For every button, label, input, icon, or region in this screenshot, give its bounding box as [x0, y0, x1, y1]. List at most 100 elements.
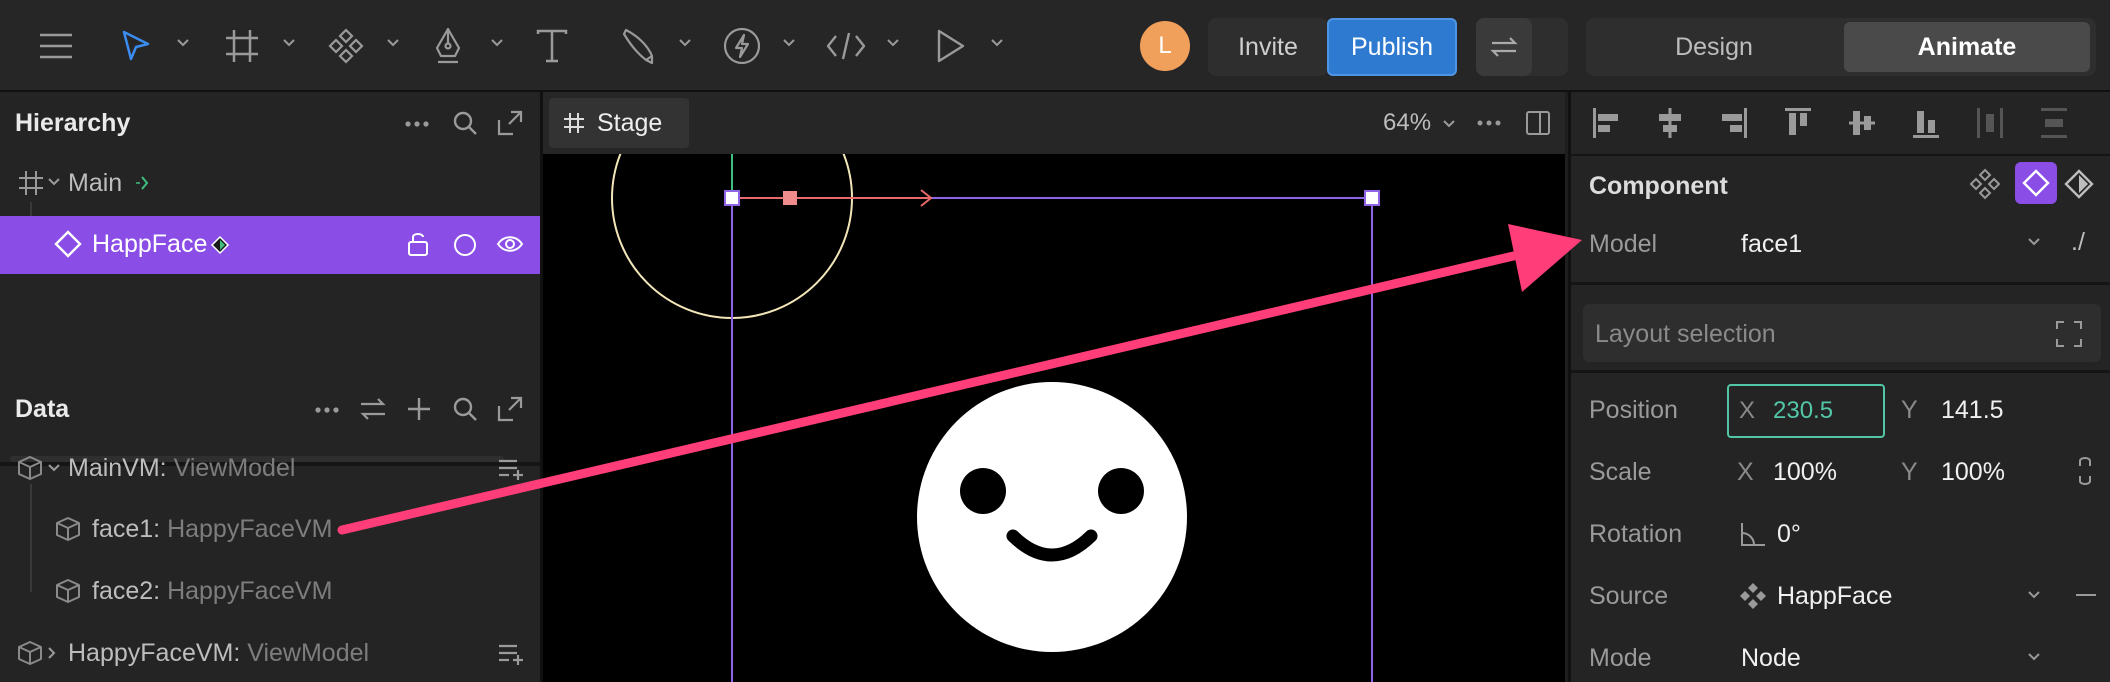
hierarchy-item-happface[interactable]: HappFace	[0, 216, 540, 274]
distribute-h-icon[interactable]	[1975, 106, 2005, 140]
avatar[interactable]: L	[1140, 21, 1190, 71]
scale-y-field[interactable]: 100%	[1941, 458, 2005, 487]
hierarchy-item-label: Main	[68, 169, 123, 197]
scale-y-label: Y	[1901, 458, 1918, 486]
frame-tool-icon[interactable]	[214, 18, 270, 74]
component-tool-icon[interactable]	[318, 18, 374, 74]
cube-icon	[56, 579, 80, 603]
rotation-field[interactable]: 0°	[1777, 520, 1801, 549]
chevron-down-icon[interactable]	[176, 38, 190, 48]
component-variant-icon[interactable]	[2063, 168, 2095, 200]
more-icon[interactable]	[314, 406, 340, 414]
mode-select[interactable]: Node	[1741, 644, 1801, 673]
resize-handle[interactable]	[1364, 190, 1380, 206]
align-toolbar	[1571, 92, 2110, 156]
section-divider	[1571, 370, 2110, 373]
chevron-down-icon[interactable]	[2028, 238, 2040, 246]
origin-axis-x[interactable]	[732, 189, 933, 207]
brush-tool-icon[interactable]	[610, 18, 666, 74]
search-icon[interactable]	[452, 110, 478, 136]
swap-icon[interactable]	[359, 396, 387, 422]
data-item-type: HappyFaceVM	[167, 577, 333, 605]
scale-x-field[interactable]: 100%	[1773, 458, 1837, 487]
view-model-link-icon	[210, 235, 230, 255]
stage-canvas[interactable]	[543, 154, 1565, 682]
lock-icon[interactable]	[406, 230, 430, 258]
component-icon	[1740, 583, 1766, 609]
chevron-down-icon[interactable]	[386, 38, 400, 48]
chevron-down-icon[interactable]	[48, 464, 60, 472]
publish-button[interactable]: Publish	[1327, 18, 1457, 76]
pen-tool-icon[interactable]	[420, 18, 476, 74]
tab-design[interactable]: Design	[1586, 18, 1842, 76]
chevron-right-icon[interactable]	[48, 647, 56, 659]
source-select[interactable]: HappFace	[1777, 582, 1892, 611]
chevron-down-icon[interactable]	[2028, 591, 2040, 599]
data-item-type: HappyFaceVM	[167, 515, 333, 543]
left-panel: Hierarchy Main HappFace Data MainVM: Vie…	[0, 92, 543, 682]
chevron-down-icon[interactable]	[282, 38, 296, 48]
align-bottom-icon[interactable]	[1911, 106, 1941, 140]
select-tool-icon[interactable]	[108, 18, 164, 74]
play-tool-icon[interactable]	[922, 18, 978, 74]
more-icon[interactable]	[404, 120, 430, 128]
data-item-type: ViewModel	[247, 639, 370, 667]
component-main-icon[interactable]	[2015, 162, 2057, 204]
layout-selection-button[interactable]: Layout selection	[1583, 304, 2101, 362]
align-center-h-icon[interactable]	[1655, 106, 1685, 140]
rotation-label: Rotation	[1589, 520, 1683, 548]
tab-stage[interactable]: Stage	[549, 98, 689, 148]
invite-button[interactable]: Invite	[1208, 18, 1328, 76]
component-instance-icon[interactable]	[1969, 168, 2001, 200]
circle-icon[interactable]	[452, 232, 478, 258]
zoom-level[interactable]: 64%	[1383, 109, 1431, 137]
chevron-down-icon[interactable]	[782, 38, 796, 48]
data-item-name: HappyFaceVM:	[68, 639, 241, 667]
align-left-icon[interactable]	[1591, 106, 1621, 140]
tab-animate[interactable]: Animate	[1844, 22, 2090, 72]
add-icon[interactable]	[406, 396, 432, 422]
data-item-name: MainVM:	[68, 454, 167, 482]
position-y-field[interactable]: 141.5	[1941, 396, 2004, 425]
swap-icon[interactable]	[1476, 18, 1532, 76]
fullscreen-icon[interactable]	[2055, 320, 2083, 348]
align-right-icon[interactable]	[1719, 106, 1749, 140]
model-select[interactable]: face1	[1741, 230, 1802, 259]
chevron-down-icon[interactable]	[2028, 653, 2040, 661]
code-bracket-icon	[136, 176, 149, 190]
menu-icon[interactable]	[28, 18, 84, 74]
position-x-field[interactable]: X 230.5	[1727, 384, 1885, 438]
bolt-tool-icon[interactable]	[714, 18, 770, 74]
chevron-down-icon[interactable]	[48, 178, 60, 186]
chevron-down-icon[interactable]	[886, 38, 900, 48]
distribute-v-icon[interactable]	[2039, 106, 2069, 140]
swap-toggle[interactable]	[1476, 18, 1568, 76]
expand-icon[interactable]	[497, 110, 523, 136]
layout-selection-label: Layout selection	[1595, 320, 1776, 348]
position-x-value: 230.5	[1773, 397, 1834, 424]
align-center-v-icon[interactable]	[1847, 106, 1877, 140]
code-tool-icon[interactable]	[818, 18, 874, 74]
link-icon[interactable]	[2077, 456, 2093, 486]
eye-icon[interactable]	[496, 233, 524, 255]
position-x-label: X	[1739, 397, 1756, 424]
chevron-down-icon[interactable]	[678, 38, 692, 48]
align-top-icon[interactable]	[1783, 106, 1813, 140]
data-title: Data	[15, 395, 70, 423]
text-tool-icon[interactable]	[524, 18, 580, 74]
search-icon[interactable]	[452, 396, 478, 422]
happy-face[interactable]	[917, 382, 1187, 652]
panel-toggle-icon[interactable]	[1525, 110, 1551, 136]
resize-handle[interactable]	[724, 190, 740, 206]
more-icon[interactable]	[1477, 119, 1501, 127]
chevron-down-icon[interactable]	[490, 38, 504, 48]
chevron-down-icon[interactable]	[990, 38, 1004, 48]
angle-icon	[1741, 523, 1765, 546]
add-list-icon[interactable]	[497, 642, 525, 666]
remove-icon[interactable]	[2075, 592, 2097, 598]
add-list-icon[interactable]	[497, 457, 525, 481]
model-link[interactable]: ./	[2071, 228, 2085, 257]
data-item-name: face1:	[92, 515, 161, 543]
expand-icon[interactable]	[497, 396, 523, 422]
chevron-down-icon[interactable]	[1443, 120, 1455, 128]
